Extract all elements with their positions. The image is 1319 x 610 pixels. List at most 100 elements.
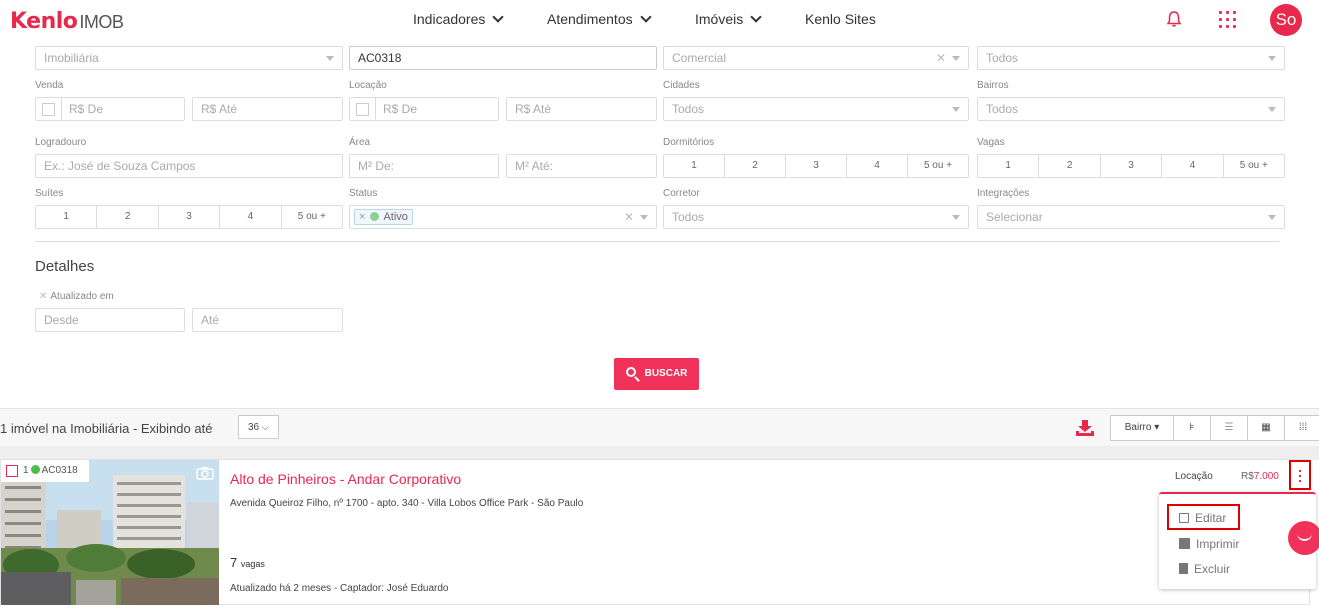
- results-count: 1 imóvel na Imobiliária - Exibindo até: [0, 421, 213, 436]
- chevron-down-icon: [492, 11, 505, 23]
- cidades-select[interactable]: Todos: [663, 97, 969, 121]
- listing-card[interactable]: 1 AC0318 Alto de Pinheiros - Andar Corpor…: [0, 459, 1311, 605]
- menu-item-imprimir[interactable]: Imprimir: [1179, 537, 1239, 551]
- venda-ate-field[interactable]: R$ Até: [192, 97, 343, 121]
- avatar[interactable]: So: [1270, 4, 1302, 36]
- apps-grid-icon[interactable]: [1219, 11, 1236, 28]
- locacao-de-field[interactable]: R$ De: [349, 97, 499, 121]
- vagas-label: Vagas: [977, 137, 1005, 148]
- print-icon: [1179, 538, 1190, 549]
- locacao-ate-field[interactable]: R$ Até: [506, 97, 657, 121]
- kenlo-logo[interactable]: Kenlo IMOB: [10, 8, 124, 34]
- more-options-button[interactable]: [1289, 460, 1311, 490]
- logradouro-input[interactable]: Ex.: José de Souza Campos: [35, 154, 343, 178]
- view-toggle-group: Bairro ▾ ⊧ ☰ ▦ ⁞⁞⁞: [1110, 415, 1319, 441]
- listing-updated: Atualizado há 2 meses - Captador: José E…: [230, 583, 449, 594]
- vagas-selector: 1 2 3 4 5 ou +: [977, 154, 1285, 178]
- suites-option[interactable]: 3: [159, 206, 221, 228]
- listing-vagas: 7 vagas: [230, 555, 265, 570]
- corretor-label: Corretor: [663, 188, 700, 199]
- active-dot-icon: [30, 465, 40, 474]
- dormitorios-option[interactable]: 5 ou +: [908, 155, 968, 177]
- results-toolbar: 1 imóvel na Imobiliária - Exibindo até 3…: [0, 408, 1319, 446]
- logradouro-label: Logradouro: [35, 137, 87, 148]
- active-dot-icon: [370, 212, 380, 221]
- menu-item-editar[interactable]: Editar: [1179, 511, 1226, 525]
- bairros-select[interactable]: Todos: [977, 97, 1285, 121]
- search-button[interactable]: BUSCAR: [614, 358, 699, 390]
- cidades-label: Cidades: [663, 80, 700, 91]
- list-icon[interactable]: ☰: [1211, 416, 1248, 440]
- nav-indicadores[interactable]: Indicadores: [413, 11, 505, 27]
- menu-item-excluir[interactable]: Excluir: [1179, 562, 1230, 576]
- separator: [0, 446, 1319, 460]
- suites-option[interactable]: 1: [36, 206, 98, 228]
- suites-option[interactable]: 2: [97, 206, 159, 228]
- top-navbar: Kenlo IMOB Indicadores Atendimentos Imóve…: [0, 0, 1319, 40]
- imobiliaria-select[interactable]: Imobiliária: [35, 46, 343, 70]
- integracoes-select[interactable]: Selecionar: [977, 205, 1285, 229]
- listing-address: Avenida Queiroz Filho, nº 1700 - apto. 3…: [230, 498, 584, 509]
- status-select[interactable]: × Ativo ✕: [349, 205, 657, 229]
- subtipo-select[interactable]: Todos: [977, 46, 1285, 70]
- bairros-label: Bairros: [977, 80, 1009, 91]
- close-icon[interactable]: ✕: [39, 291, 47, 302]
- tipo-select[interactable]: Comercial ✕: [663, 46, 969, 70]
- nav-kenlo-sites[interactable]: Kenlo Sites: [805, 11, 876, 27]
- suites-option[interactable]: 4: [220, 206, 282, 228]
- area-label: Área: [349, 137, 371, 148]
- locacao-label: Locação: [349, 80, 387, 91]
- dormitorios-option[interactable]: 4: [847, 155, 908, 177]
- listing-title[interactable]: Alto de Pinheiros - Andar Corporativo: [230, 471, 461, 487]
- edit-icon: [1179, 513, 1189, 523]
- locacao-checkbox[interactable]: [356, 103, 369, 116]
- area-de-input[interactable]: M² De:: [349, 154, 499, 178]
- nav-atendimentos[interactable]: Atendimentos: [547, 11, 652, 27]
- status-tag: × Ativo: [354, 209, 413, 225]
- table-icon[interactable]: ▦: [1248, 416, 1285, 440]
- map-pin-icon[interactable]: ⊧: [1174, 416, 1211, 440]
- chevron-down-icon: [639, 11, 652, 23]
- vagas-option[interactable]: 4: [1162, 155, 1224, 177]
- vagas-option[interactable]: 1: [978, 155, 1040, 177]
- vagas-option[interactable]: 3: [1101, 155, 1163, 177]
- venda-checkbox[interactable]: [42, 103, 55, 116]
- dormitorios-option[interactable]: 3: [786, 155, 847, 177]
- sort-select[interactable]: Bairro ▾: [1111, 416, 1174, 440]
- nav-imoveis[interactable]: Imóveis: [695, 11, 762, 27]
- dormitorios-option[interactable]: 2: [725, 155, 786, 177]
- dormitorios-option[interactable]: 1: [664, 155, 725, 177]
- deal-type: Locação: [1175, 471, 1213, 482]
- codigo-input[interactable]: AC0318: [349, 46, 657, 70]
- select-checkbox[interactable]: [6, 465, 18, 477]
- area-ate-input[interactable]: M² Até:: [506, 154, 657, 178]
- corretor-select[interactable]: Todos: [663, 205, 969, 229]
- remove-tag-icon[interactable]: ×: [359, 211, 365, 223]
- suites-option[interactable]: 5 ou +: [282, 206, 342, 228]
- chevron-down-icon: [750, 11, 762, 23]
- chat-bubble-button[interactable]: [1288, 521, 1319, 555]
- search-icon: [625, 367, 636, 377]
- details-heading: Detalhes: [35, 258, 95, 275]
- trash-icon: [1179, 563, 1188, 574]
- integracoes-label: Integrações: [977, 188, 1030, 199]
- status-label: Status: [349, 188, 378, 199]
- listing-price: R$7.000: [1241, 471, 1279, 482]
- desde-input[interactable]: Desde: [35, 308, 185, 332]
- camera-icon[interactable]: [196, 466, 214, 480]
- dormitorios-selector: 1 2 3 4 5 ou +: [663, 154, 969, 178]
- download-icon[interactable]: [1075, 419, 1095, 437]
- ate-input[interactable]: Até: [192, 308, 343, 332]
- suites-selector: 1 2 3 4 5 ou +: [35, 205, 343, 229]
- divider: [35, 241, 1279, 242]
- vagas-option[interactable]: 5 ou +: [1224, 155, 1284, 177]
- atualizado-label: ✕ Atualizado em: [39, 291, 114, 302]
- bell-icon[interactable]: [1166, 10, 1182, 28]
- per-page-select[interactable]: 36 ⌵: [238, 415, 279, 439]
- vagas-option[interactable]: 2: [1039, 155, 1101, 177]
- listing-id-badge: 1 AC0318: [1, 460, 89, 482]
- grid-icon[interactable]: ⁞⁞⁞: [1285, 416, 1319, 440]
- property-photo[interactable]: 1 AC0318: [1, 460, 219, 605]
- venda-label: Venda: [35, 80, 64, 91]
- venda-de-field[interactable]: R$ De: [35, 97, 185, 121]
